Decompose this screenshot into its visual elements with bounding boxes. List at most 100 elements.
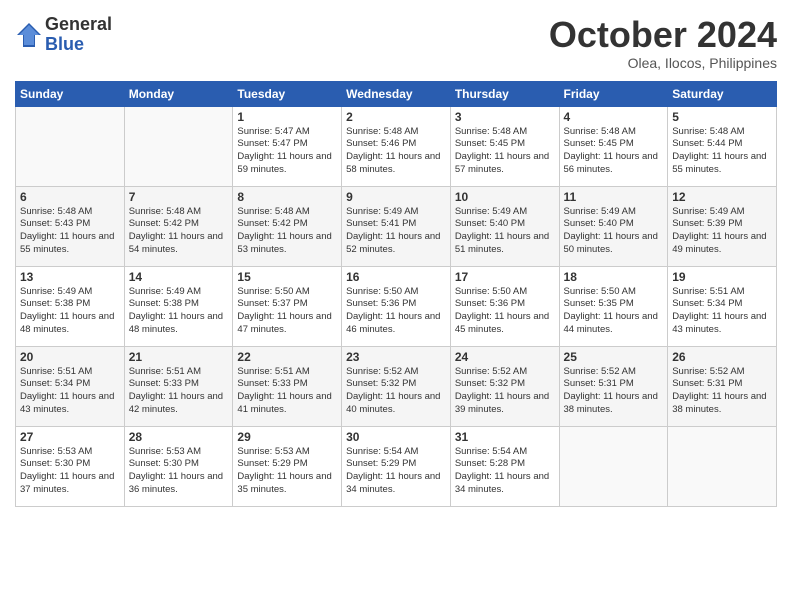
location-subtitle: Olea, Ilocos, Philippines — [549, 55, 777, 71]
weekday-header: Thursday — [450, 81, 559, 106]
calendar-cell: 12Sunrise: 5:49 AMSunset: 5:39 PMDayligh… — [668, 186, 777, 266]
header-row: SundayMondayTuesdayWednesdayThursdayFrid… — [16, 81, 777, 106]
cell-info: Sunrise: 5:50 AMSunset: 5:36 PMDaylight:… — [346, 286, 446, 337]
cell-info: Sunrise: 5:48 AMSunset: 5:42 PMDaylight:… — [237, 206, 337, 257]
calendar-cell: 5 Sunrise: 5:48 AMSunset: 5:44 PMDaylight… — [668, 106, 777, 186]
calendar-cell: 17Sunrise: 5:50 AMSunset: 5:36 PMDayligh… — [450, 266, 559, 346]
cell-info: Sunrise: 5:53 AMSunset: 5:30 PMDaylight:… — [129, 446, 229, 497]
day-number: 20 — [20, 350, 120, 364]
page: General Blue October 2024 Olea, Ilocos, … — [0, 0, 792, 612]
calendar-cell: 26Sunrise: 5:52 AMSunset: 5:31 PMDayligh… — [668, 346, 777, 426]
day-number: 18 — [564, 270, 664, 284]
day-number: 7 — [129, 190, 229, 204]
day-number: 23 — [346, 350, 446, 364]
calendar-cell: 23 Sunrise: 5:52 AMSunset: 5:32 PMDayligh… — [342, 346, 451, 426]
day-number: 22 — [237, 350, 337, 364]
calendar-cell — [124, 106, 233, 186]
cell-info: Sunrise: 5:51 AMSunset: 5:33 PMDaylight:… — [237, 366, 337, 417]
day-number: 12 — [672, 190, 772, 204]
day-number: 24 — [455, 350, 555, 364]
cell-info: Sunrise: 5:48 AMSunset: 5:44 PMDaylight:… — [672, 126, 772, 177]
calendar-cell — [668, 426, 777, 506]
cell-info: Sunrise: 5:52 AMSunset: 5:32 PMDaylight:… — [455, 366, 555, 417]
day-number: 29 — [237, 430, 337, 444]
logo-blue: Blue — [45, 35, 112, 55]
calendar-cell: 2 Sunrise: 5:48 AMSunset: 5:46 PMDaylight… — [342, 106, 451, 186]
calendar-cell: 13 Sunrise: 5:49 AMSunset: 5:38 PMDayligh… — [16, 266, 125, 346]
calendar-cell: 10 Sunrise: 5:49 AMSunset: 5:40 PMDayligh… — [450, 186, 559, 266]
calendar-cell: 28 Sunrise: 5:53 AMSunset: 5:30 PMDayligh… — [124, 426, 233, 506]
calendar-cell: 24 Sunrise: 5:52 AMSunset: 5:32 PMDayligh… — [450, 346, 559, 426]
weekday-header: Wednesday — [342, 81, 451, 106]
cell-info: Sunrise: 5:48 AMSunset: 5:45 PMDaylight:… — [455, 126, 555, 177]
calendar-cell — [559, 426, 668, 506]
cell-info: Sunrise: 5:52 AMSunset: 5:32 PMDaylight:… — [346, 366, 446, 417]
day-number: 15 — [237, 270, 337, 284]
calendar-cell: 3 Sunrise: 5:48 AMSunset: 5:45 PMDaylight… — [450, 106, 559, 186]
cell-info: Sunrise: 5:48 AMSunset: 5:45 PMDaylight:… — [564, 126, 664, 177]
calendar-week-row: 6Sunrise: 5:48 AMSunset: 5:43 PMDaylight… — [16, 186, 777, 266]
calendar-cell — [16, 106, 125, 186]
calendar-week-row: 27 Sunrise: 5:53 AMSunset: 5:30 PMDayligh… — [16, 426, 777, 506]
calendar-cell: 6Sunrise: 5:48 AMSunset: 5:43 PMDaylight… — [16, 186, 125, 266]
cell-info: Sunrise: 5:54 AMSunset: 5:28 PMDaylight:… — [455, 446, 555, 497]
calendar-table: SundayMondayTuesdayWednesdayThursdayFrid… — [15, 81, 777, 507]
day-number: 3 — [455, 110, 555, 124]
calendar-cell: 11Sunrise: 5:49 AMSunset: 5:40 PMDayligh… — [559, 186, 668, 266]
calendar-cell: 18 Sunrise: 5:50 AMSunset: 5:35 PMDayligh… — [559, 266, 668, 346]
day-number: 2 — [346, 110, 446, 124]
weekday-header: Sunday — [16, 81, 125, 106]
day-number: 31 — [455, 430, 555, 444]
day-number: 17 — [455, 270, 555, 284]
calendar-cell: 14 Sunrise: 5:49 AMSunset: 5:38 PMDayligh… — [124, 266, 233, 346]
cell-info: Sunrise: 5:48 AMSunset: 5:46 PMDaylight:… — [346, 126, 446, 177]
day-number: 5 — [672, 110, 772, 124]
calendar-cell: 9Sunrise: 5:49 AMSunset: 5:41 PMDaylight… — [342, 186, 451, 266]
weekday-header: Tuesday — [233, 81, 342, 106]
day-number: 19 — [672, 270, 772, 284]
day-number: 16 — [346, 270, 446, 284]
day-number: 1 — [237, 110, 337, 124]
weekday-header: Monday — [124, 81, 233, 106]
cell-info: Sunrise: 5:47 AMSunset: 5:47 PMDaylight:… — [237, 126, 337, 177]
day-number: 4 — [564, 110, 664, 124]
cell-info: Sunrise: 5:51 AMSunset: 5:34 PMDaylight:… — [672, 286, 772, 337]
day-number: 27 — [20, 430, 120, 444]
calendar-cell: 31 Sunrise: 5:54 AMSunset: 5:28 PMDayligh… — [450, 426, 559, 506]
calendar-cell: 21Sunrise: 5:51 AMSunset: 5:33 PMDayligh… — [124, 346, 233, 426]
day-number: 13 — [20, 270, 120, 284]
calendar-week-row: 20 Sunrise: 5:51 AMSunset: 5:34 PMDayligh… — [16, 346, 777, 426]
cell-info: Sunrise: 5:53 AMSunset: 5:29 PMDaylight:… — [237, 446, 337, 497]
calendar-week-row: 13 Sunrise: 5:49 AMSunset: 5:38 PMDayligh… — [16, 266, 777, 346]
cell-info: Sunrise: 5:52 AMSunset: 5:31 PMDaylight:… — [564, 366, 664, 417]
calendar-cell: 8 Sunrise: 5:48 AMSunset: 5:42 PMDaylight… — [233, 186, 342, 266]
header: General Blue October 2024 Olea, Ilocos, … — [15, 15, 777, 71]
day-number: 10 — [455, 190, 555, 204]
cell-info: Sunrise: 5:49 AMSunset: 5:38 PMDaylight:… — [20, 286, 120, 337]
cell-info: Sunrise: 5:51 AMSunset: 5:34 PMDaylight:… — [20, 366, 120, 417]
cell-info: Sunrise: 5:48 AMSunset: 5:42 PMDaylight:… — [129, 206, 229, 257]
logo-icon — [15, 21, 43, 49]
day-number: 21 — [129, 350, 229, 364]
cell-info: Sunrise: 5:50 AMSunset: 5:35 PMDaylight:… — [564, 286, 664, 337]
day-number: 14 — [129, 270, 229, 284]
day-number: 11 — [564, 190, 664, 204]
calendar-cell: 7 Sunrise: 5:48 AMSunset: 5:42 PMDaylight… — [124, 186, 233, 266]
cell-info: Sunrise: 5:50 AMSunset: 5:37 PMDaylight:… — [237, 286, 337, 337]
calendar-week-row: 1 Sunrise: 5:47 AMSunset: 5:47 PMDaylight… — [16, 106, 777, 186]
calendar-cell: 4 Sunrise: 5:48 AMSunset: 5:45 PMDaylight… — [559, 106, 668, 186]
day-number: 28 — [129, 430, 229, 444]
calendar-cell: 19 Sunrise: 5:51 AMSunset: 5:34 PMDayligh… — [668, 266, 777, 346]
day-number: 8 — [237, 190, 337, 204]
weekday-header: Saturday — [668, 81, 777, 106]
cell-info: Sunrise: 5:49 AMSunset: 5:40 PMDaylight:… — [455, 206, 555, 257]
cell-info: Sunrise: 5:49 AMSunset: 5:38 PMDaylight:… — [129, 286, 229, 337]
day-number: 30 — [346, 430, 446, 444]
weekday-header: Friday — [559, 81, 668, 106]
month-title: October 2024 — [549, 15, 777, 55]
day-number: 25 — [564, 350, 664, 364]
calendar-cell: 25 Sunrise: 5:52 AMSunset: 5:31 PMDayligh… — [559, 346, 668, 426]
day-number: 9 — [346, 190, 446, 204]
calendar-cell: 30Sunrise: 5:54 AMSunset: 5:29 PMDayligh… — [342, 426, 451, 506]
cell-info: Sunrise: 5:52 AMSunset: 5:31 PMDaylight:… — [672, 366, 772, 417]
